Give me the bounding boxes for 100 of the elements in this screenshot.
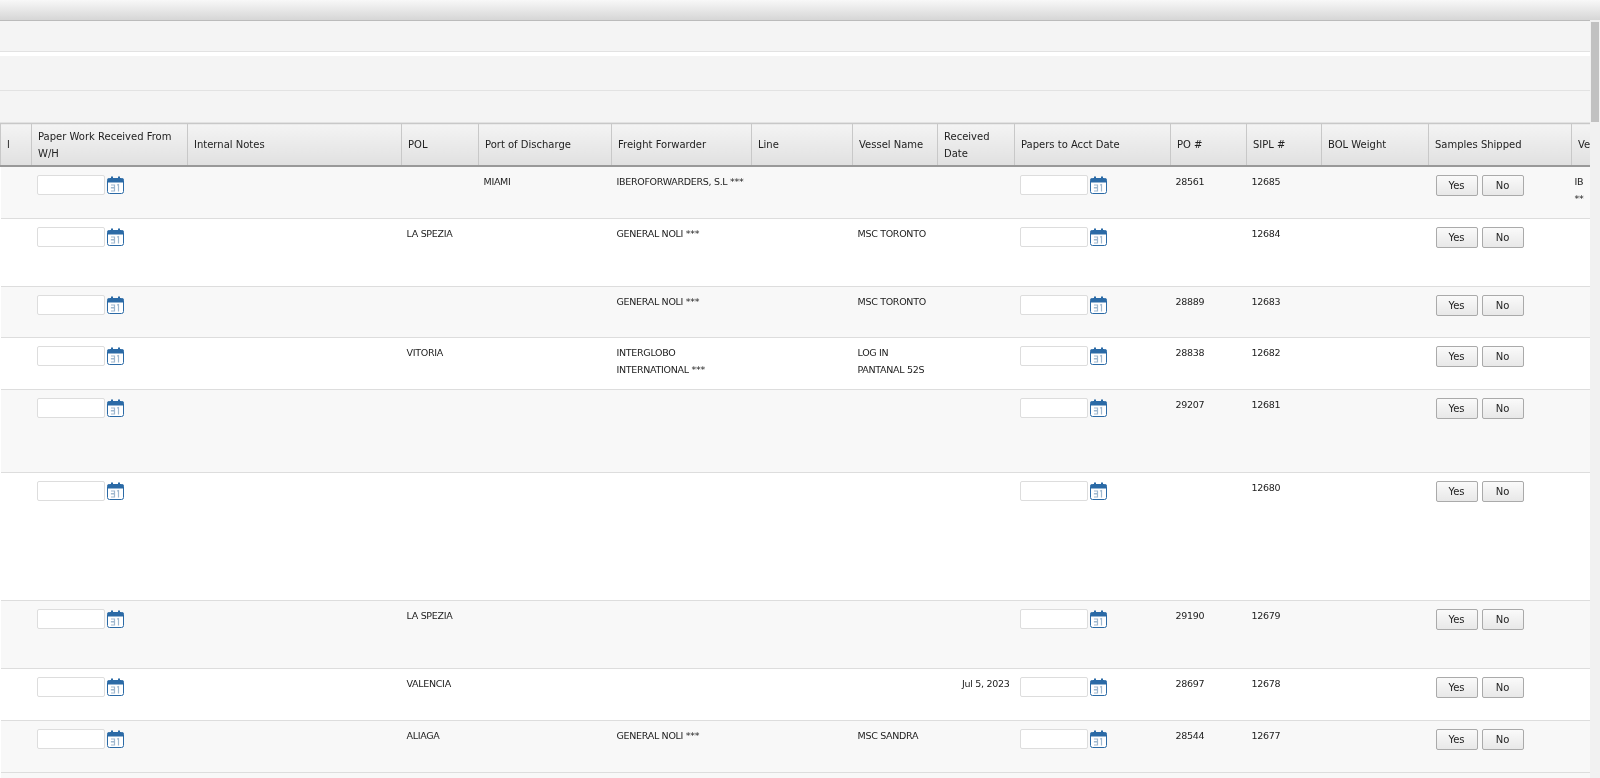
table-cell: 28889 <box>1175 295 1205 307</box>
date-field[interactable] <box>36 226 105 247</box>
calendar-icon[interactable] <box>106 176 124 194</box>
table-cell: MSC SANDRA <box>857 729 919 741</box>
calendar-icon[interactable] <box>1089 295 1107 314</box>
date-field[interactable] <box>36 480 105 501</box>
column-header[interactable]: Freight Forwarder <box>611 123 752 166</box>
date-field[interactable] <box>36 294 105 315</box>
column-header[interactable]: POL <box>401 123 479 166</box>
table-cell: LA SPEZIA <box>406 227 453 239</box>
no-button[interactable]: No <box>1481 676 1524 698</box>
table-cell: VALENCIA <box>406 677 451 689</box>
calendar-icon[interactable] <box>106 227 124 246</box>
no-button[interactable]: No <box>1481 175 1524 196</box>
column-header[interactable]: l <box>0 123 32 166</box>
calendar-icon[interactable] <box>1089 176 1107 194</box>
calendar-icon[interactable] <box>106 346 124 365</box>
no-button[interactable]: No <box>1481 480 1524 502</box>
table-cell: Jul 5, 2023 <box>962 677 1010 689</box>
table-cell: 12677 <box>1251 729 1281 741</box>
yes-button[interactable]: Yes <box>1435 294 1478 316</box>
no-button[interactable]: No <box>1481 397 1524 419</box>
yes-button[interactable]: Yes <box>1435 345 1478 367</box>
yes-button[interactable]: Yes <box>1435 175 1478 196</box>
calendar-icon[interactable] <box>1089 677 1107 696</box>
no-button[interactable]: No <box>1481 608 1524 630</box>
column-header[interactable]: Papers to Acct Date <box>1014 123 1171 166</box>
column-header[interactable]: Paper Work Received From W/H <box>31 123 188 166</box>
yes-button[interactable]: Yes <box>1435 226 1478 248</box>
table-cell: 12680 <box>1251 481 1281 493</box>
table-cell: 12683 <box>1251 295 1281 307</box>
no-button[interactable]: No <box>1481 728 1524 750</box>
table-cell: 28561 <box>1175 176 1205 187</box>
calendar-icon[interactable] <box>106 295 124 314</box>
calendar-icon[interactable] <box>106 398 124 417</box>
table-cell: LA SPEZIA <box>406 609 453 621</box>
yes-button[interactable]: Yes <box>1435 608 1478 630</box>
date-field[interactable] <box>36 728 105 749</box>
date-field[interactable] <box>1019 480 1088 501</box>
table-cell: 28838 <box>1175 346 1205 358</box>
column-header[interactable]: Samples Shipped <box>1428 123 1572 166</box>
table-cell: GENERAL NOLI *** <box>616 295 700 307</box>
date-field[interactable] <box>1019 728 1088 749</box>
yes-button[interactable]: Yes <box>1435 676 1478 698</box>
table-cell: 12685 <box>1251 176 1281 187</box>
table-cell: MSC TORONTO <box>857 295 926 307</box>
no-button[interactable]: No <box>1481 226 1524 248</box>
table-cell: 12679 <box>1251 609 1281 621</box>
table-cell: 12678 <box>1251 677 1281 689</box>
date-field[interactable] <box>1019 397 1088 418</box>
table-cell: ALIAGA <box>406 729 440 741</box>
column-header[interactable]: Internal Notes <box>187 123 402 166</box>
calendar-icon[interactable] <box>106 729 124 748</box>
date-field[interactable] <box>1019 294 1088 315</box>
yes-button[interactable]: Yes <box>1435 480 1478 502</box>
table-cell-text: IB ** <box>1574 175 1585 206</box>
calendar-icon[interactable] <box>1089 729 1107 748</box>
calendar-icon[interactable] <box>1089 346 1107 365</box>
column-header[interactable]: PO # <box>1170 123 1247 166</box>
column-header[interactable]: SIPL # <box>1246 123 1322 166</box>
date-field[interactable] <box>36 397 105 418</box>
calendar-icon[interactable] <box>1089 609 1107 628</box>
table-cell: MIAMI <box>483 176 511 187</box>
table-cell: 12682 <box>1251 346 1281 358</box>
column-header[interactable]: Port of Discharge <box>478 123 612 166</box>
column-header[interactable]: Vessel Name <box>852 123 938 166</box>
column-header[interactable]: Line <box>751 123 853 166</box>
calendar-icon[interactable] <box>106 677 124 696</box>
date-field[interactable] <box>36 345 105 366</box>
column-header[interactable]: BOL Weight <box>1321 123 1429 166</box>
table-cell: 12684 <box>1251 227 1281 239</box>
column-header[interactable]: Received Date <box>937 123 1015 166</box>
no-button[interactable]: No <box>1481 345 1524 367</box>
yes-button[interactable]: Yes <box>1435 397 1478 419</box>
table-cell: VITORIA <box>406 346 443 358</box>
table-cell: 29207 <box>1175 398 1205 410</box>
date-field[interactable] <box>36 175 105 195</box>
calendar-icon[interactable] <box>106 609 124 628</box>
date-field[interactable] <box>1019 175 1088 195</box>
calendar-icon[interactable] <box>1089 481 1107 500</box>
date-field[interactable] <box>36 608 105 629</box>
calendar-icon[interactable] <box>1089 398 1107 417</box>
table-cell: 28697 <box>1175 677 1205 689</box>
yes-button[interactable]: Yes <box>1435 728 1478 750</box>
table-cell: IBEROFORWARDERS, S.L *** <box>616 176 744 187</box>
date-field[interactable] <box>1019 345 1088 366</box>
table-cell: 29190 <box>1175 609 1205 621</box>
table-cell: GENERAL NOLI *** <box>616 729 700 741</box>
date-field[interactable] <box>1019 608 1088 629</box>
date-field[interactable] <box>1019 226 1088 247</box>
table-cell: INTERGLOBO INTERNATIONAL *** <box>616 346 705 375</box>
calendar-icon[interactable] <box>106 481 124 500</box>
calendar-icon[interactable] <box>1089 227 1107 246</box>
date-field[interactable] <box>36 676 105 697</box>
table-cell: 12681 <box>1251 398 1281 410</box>
date-field[interactable] <box>1019 676 1088 697</box>
no-button[interactable]: No <box>1481 294 1524 316</box>
table-cell: GENERAL NOLI *** <box>616 227 700 239</box>
scrollbar-thumb[interactable] <box>1591 22 1599 122</box>
table-cell: 28544 <box>1175 729 1205 741</box>
